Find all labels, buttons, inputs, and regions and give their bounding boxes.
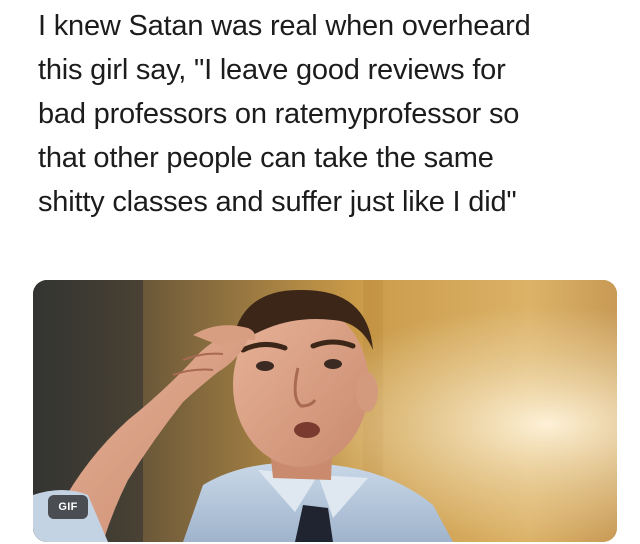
gif-frame-illustration xyxy=(33,280,617,542)
meme-post: I knew Satan was real when overheard thi… xyxy=(0,0,640,544)
gif-badge: GIF xyxy=(48,495,88,519)
caption-line-1: I knew Satan was real when overheard xyxy=(38,10,531,42)
post-caption: I knew Satan was real when overheard thi… xyxy=(38,4,618,224)
caption-line-2: this girl say, "I leave good reviews for xyxy=(38,54,506,86)
caption-line-3: bad professors on ratemyprofessor so xyxy=(38,98,520,130)
caption-line-4: that other people can take the same xyxy=(38,142,494,174)
gif-media[interactable]: GIF xyxy=(33,280,617,542)
caption-line-5: shitty classes and suffer just like I di… xyxy=(38,186,517,218)
